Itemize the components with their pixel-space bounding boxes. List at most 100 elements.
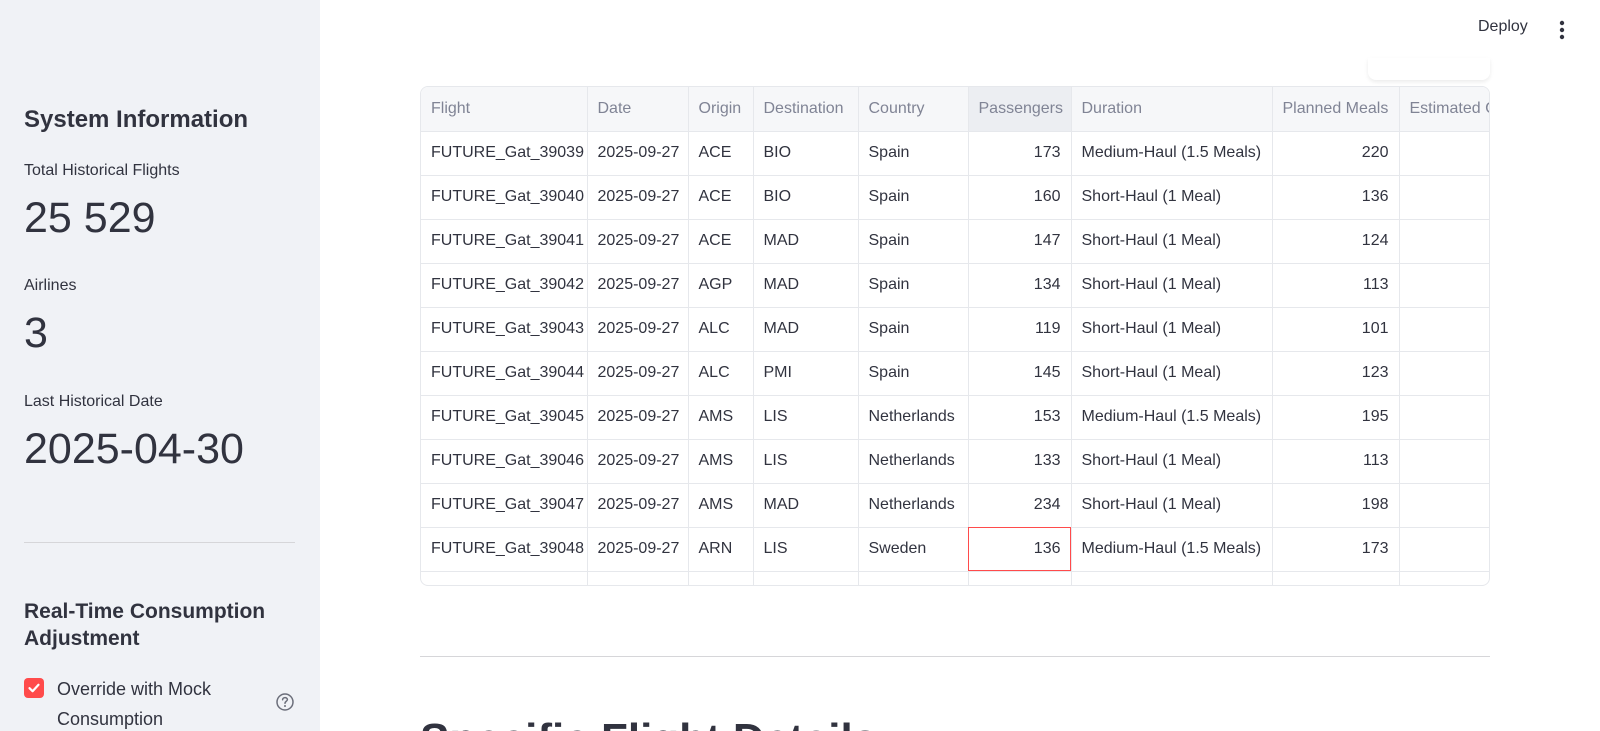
table-cell[interactable]: FUTURE_Gat_39044 (421, 351, 588, 396)
table-cell[interactable]: Netherlands (858, 439, 969, 484)
table-cell[interactable]: Short-Haul (1 Meal) (1071, 219, 1273, 264)
table-cell[interactable] (1399, 439, 1489, 484)
table-cell[interactable]: 153 (968, 395, 1072, 440)
column-header-duration[interactable]: Duration (1071, 87, 1273, 132)
table-cell[interactable]: 123 (1272, 351, 1400, 396)
table-row[interactable]: FUTURE_Gat_ ARNLISSweden Short-Haul (1 Mea… (421, 571, 1489, 585)
table-cell[interactable]: 2025-09-27 (587, 439, 689, 484)
table-cell[interactable]: AMS (688, 395, 754, 440)
table-cell[interactable]: 2025-09-27 (587, 395, 689, 440)
table-cell[interactable]: Medium-Haul (1.5 Meals) (1071, 131, 1273, 176)
table-cell[interactable]: Spain (858, 307, 969, 352)
table-cell[interactable]: 136 (968, 527, 1072, 572)
table-cell[interactable]: 113 (1272, 439, 1400, 484)
table-cell[interactable] (1399, 263, 1489, 308)
table-row[interactable]: FUTURE_Gat_39048 2025-09-27 ARN LIS Sweden 13… (421, 527, 1489, 572)
table-cell[interactable]: Spain (858, 263, 969, 308)
table-cell[interactable]: MAD (753, 219, 859, 264)
table-cell[interactable]: FUTURE_Gat_39039 (421, 131, 588, 176)
table-cell[interactable]: BIO (753, 131, 859, 176)
table-cell[interactable] (1399, 131, 1489, 176)
table-cell[interactable]: 136 (1272, 175, 1400, 220)
table-cell[interactable]: LIS (753, 395, 859, 440)
table-cell[interactable]: 2025-09-27 (587, 527, 689, 572)
table-cell[interactable]: FUTURE_Gat_39043 (421, 307, 588, 352)
table-cell[interactable] (968, 571, 1072, 585)
table-cell[interactable]: 2025-09-27 (587, 263, 689, 308)
table-row[interactable]: FUTURE_Gat_39046 2025-09-27 AMS LIS Netherla… (421, 439, 1489, 484)
table-row[interactable]: FUTURE_Gat_39042 2025-09-27 AGP MAD Spain 134… (421, 263, 1489, 308)
table-cell[interactable]: 2025-09-27 (587, 175, 689, 220)
table-cell[interactable]: 198 (1272, 483, 1400, 528)
table-cell[interactable]: 145 (968, 351, 1072, 396)
table-cell[interactable] (1399, 175, 1489, 220)
table-cell[interactable]: BIO (753, 175, 859, 220)
table-cell[interactable] (1399, 483, 1489, 528)
table-cell[interactable] (1272, 571, 1400, 585)
column-header-flight[interactable]: Flight (421, 87, 588, 132)
column-header-planned-meals[interactable]: Planned Meals (1272, 87, 1400, 132)
table-cell[interactable]: Spain (858, 175, 969, 220)
table-cell[interactable]: 173 (1272, 527, 1400, 572)
table-cell[interactable]: FUTURE_Gat_39045 (421, 395, 588, 440)
table-cell[interactable]: ACE (688, 175, 754, 220)
table-cell[interactable]: 133 (968, 439, 1072, 484)
table-cell[interactable]: 119 (968, 307, 1072, 352)
table-cell[interactable]: 160 (968, 175, 1072, 220)
table-cell[interactable]: Medium-Haul (1.5 Meals) (1071, 527, 1273, 572)
more-vert-icon[interactable] (1554, 18, 1570, 42)
table-cell[interactable]: FUTURE_Gat_39041 (421, 219, 588, 264)
table-cell[interactable] (1399, 395, 1489, 440)
table-cell[interactable]: Short-Haul (1 Meal) (1071, 439, 1273, 484)
table-cell[interactable]: Short-Haul (1 Meal) (1071, 307, 1273, 352)
column-header-country[interactable]: Country (858, 87, 969, 132)
table-cell[interactable]: MAD (753, 307, 859, 352)
table-cell[interactable]: LIS (753, 571, 859, 585)
table-cell[interactable]: Medium-Haul (1.5 Meals) (1071, 395, 1273, 440)
table-cell[interactable] (587, 571, 689, 585)
table-cell[interactable]: ARN (688, 571, 754, 585)
table-row[interactable]: FUTURE_Gat_39045 2025-09-27 AMS LIS Netherla… (421, 395, 1489, 440)
table-cell[interactable]: 124 (1272, 219, 1400, 264)
help-circle-icon[interactable] (275, 692, 295, 712)
table-cell[interactable]: MAD (753, 263, 859, 308)
table-cell[interactable]: 234 (968, 483, 1072, 528)
table-cell[interactable]: 147 (968, 219, 1072, 264)
table-cell[interactable] (1399, 571, 1489, 585)
table-cell[interactable]: PMI (753, 351, 859, 396)
table-cell[interactable]: AGP (688, 263, 754, 308)
table-cell[interactable]: 195 (1272, 395, 1400, 440)
table-row[interactable]: FUTURE_Gat_39043 2025-09-27 ALC MAD Spain 119… (421, 307, 1489, 352)
table-cell[interactable]: Short-Haul (1 Meal) (1071, 263, 1273, 308)
column-header-date[interactable]: Date (587, 87, 689, 132)
table-row[interactable]: FUTURE_Gat_39044 2025-09-27 ALC PMI Spain 145… (421, 351, 1489, 396)
table-cell[interactable]: Spain (858, 219, 969, 264)
table-cell[interactable]: LIS (753, 527, 859, 572)
table-cell[interactable]: FUTURE_Gat_39048 (421, 527, 588, 572)
table-cell[interactable]: Sweden (858, 527, 969, 572)
table-cell[interactable]: Spain (858, 131, 969, 176)
table-cell[interactable] (1399, 307, 1489, 352)
table-row[interactable]: FUTURE_Gat_39047 2025-09-27 AMS MAD Netherla… (421, 483, 1489, 528)
table-cell[interactable]: 173 (968, 131, 1072, 176)
table-cell[interactable]: 2025-09-27 (587, 483, 689, 528)
table-row[interactable]: FUTURE_Gat_39041 2025-09-27 ACE MAD Spain 147… (421, 219, 1489, 264)
table-cell[interactable]: Short-Haul (1 Meal) (1071, 351, 1273, 396)
override-checkbox-label[interactable]: Override with Mock Consumption (57, 674, 257, 731)
table-cell[interactable]: FUTURE_Gat_ (421, 571, 588, 585)
override-checkbox[interactable] (24, 678, 44, 698)
table-cell[interactable]: Spain (858, 351, 969, 396)
table-cell[interactable]: 101 (1272, 307, 1400, 352)
table-cell[interactable]: Short-Haul (1 Meal) (1071, 175, 1273, 220)
table-cell[interactable]: FUTURE_Gat_39046 (421, 439, 588, 484)
column-header-passengers[interactable]: Passengers (968, 87, 1072, 132)
table-cell[interactable]: 2025-09-27 (587, 131, 689, 176)
table-cell[interactable]: LIS (753, 439, 859, 484)
table-cell[interactable] (1399, 351, 1489, 396)
table-cell[interactable]: Sweden (858, 571, 969, 585)
table-cell[interactable]: MAD (753, 483, 859, 528)
table-cell[interactable]: ALC (688, 307, 754, 352)
table-cell[interactable]: 2025-09-27 (587, 219, 689, 264)
table-cell[interactable]: FUTURE_Gat_39042 (421, 263, 588, 308)
table-cell[interactable]: FUTURE_Gat_39047 (421, 483, 588, 528)
